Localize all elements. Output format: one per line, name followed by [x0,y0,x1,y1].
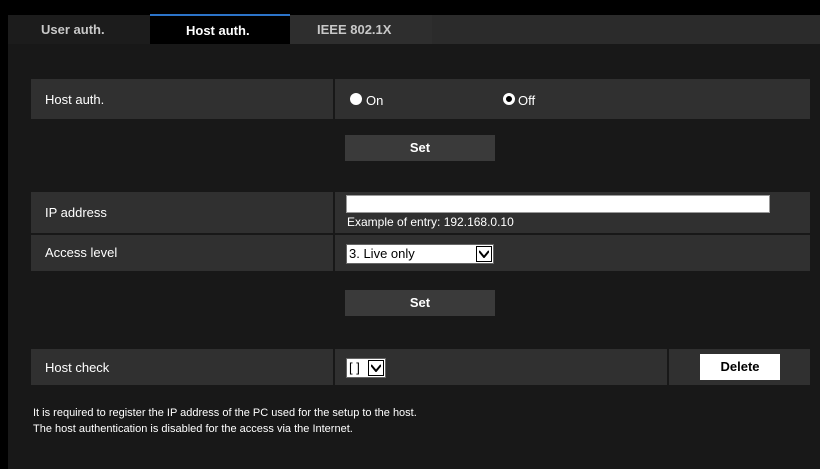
host-auth-set-button[interactable]: Set [345,135,495,161]
access-level-select[interactable]: 3. Live only [346,244,494,264]
access-level-label: Access level [45,245,118,260]
ip-address-input[interactable] [346,195,770,213]
ip-address-label: IP address [45,205,107,220]
access-level-value: 3. Live only [349,246,415,261]
host-check-value: [ ] [349,360,360,375]
note-line: The host authentication is disabled for … [33,423,353,435]
host-check-select[interactable]: [ ] [346,358,386,378]
chevron-down-icon[interactable] [476,246,492,262]
host-auth-off-label[interactable]: Off [518,93,535,108]
host-check-label: Host check [45,360,110,375]
note-line: It is required to register the IP addres… [33,407,417,419]
host-auth-off-radio[interactable] [503,93,515,105]
host-auth-value-cell [335,79,810,119]
ip-address-hint: Example of entry: 192.168.0.10 [347,215,514,229]
tab-user-auth[interactable]: User auth. [8,15,150,44]
host-auth-on-label[interactable]: On [366,93,383,108]
chevron-down-icon[interactable] [368,360,384,376]
host-auth-on-radio[interactable] [350,93,362,105]
delete-button[interactable]: Delete [700,354,780,380]
tab-label: Host auth. [186,23,250,38]
tab-label: IEEE 802.1X [317,22,392,37]
tab-ieee-8021x[interactable]: IEEE 802.1X [290,15,432,44]
tab-host-auth[interactable]: Host auth. [150,14,290,44]
tab-label: User auth. [41,22,105,37]
host-auth-label: Host auth. [45,92,105,107]
register-set-button[interactable]: Set [345,290,495,316]
